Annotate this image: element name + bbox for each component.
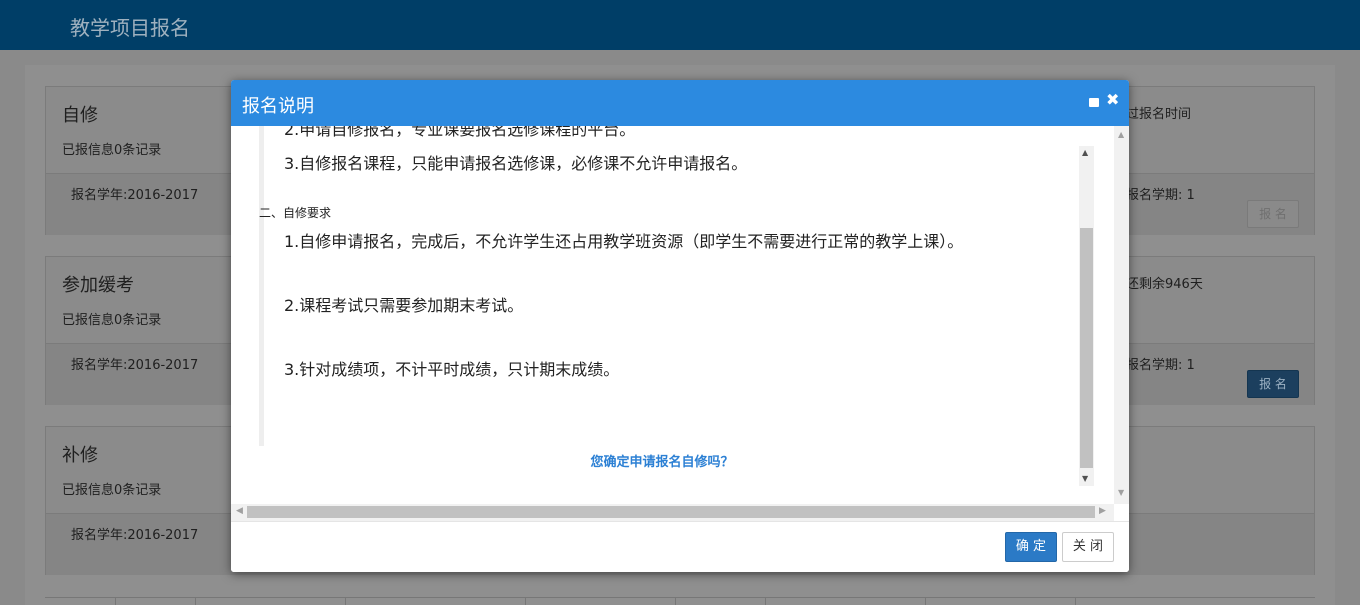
bottom-table-edge	[45, 597, 1315, 605]
dialog-body: 2.申请自修报名，专业课要报名选修课程的平台。 3.自修报名课程，只能申请报名选…	[231, 126, 1129, 521]
close-button[interactable]: 关 闭	[1062, 532, 1114, 562]
app-title: 教学项目报名	[70, 16, 190, 40]
card-year: 报名学年:2016-2017	[71, 528, 199, 543]
instruction-item: 1.自修申请报名，完成后，不允许学生还占用教学班资源（即学生不需要进行正常的教学…	[284, 232, 964, 251]
close-icon[interactable]: ✖	[1106, 90, 1119, 109]
confirm-question: 您确定申请报名自修吗？	[590, 455, 734, 470]
dialog-scroll-area[interactable]: 2.申请自修报名，专业课要报名选修课程的平台。 3.自修报名课程，只能申请报名选…	[231, 126, 1118, 504]
register-button[interactable]: 报 名	[1247, 370, 1299, 398]
card-records: 已报信息0条记录	[62, 143, 162, 158]
scrollbar-thumb[interactable]	[247, 506, 1095, 518]
scroll-up-icon[interactable]: ▲	[1082, 148, 1088, 157]
register-button[interactable]: 报 名	[1247, 200, 1299, 228]
card-year: 报名学年:2016-2017	[71, 358, 199, 373]
scroll-down-icon[interactable]: ▼	[1082, 474, 1088, 483]
inner-vertical-scrollbar[interactable]: ▲ ▼	[1079, 146, 1094, 486]
scrollbar-thumb[interactable]	[1080, 228, 1093, 468]
card-title: 自修	[62, 105, 98, 126]
scroll-up-icon[interactable]: ▲	[1118, 130, 1124, 139]
card-records: 已报信息0条记录	[62, 313, 162, 328]
maximize-icon[interactable]	[1089, 98, 1099, 107]
scroll-down-icon[interactable]: ▼	[1118, 488, 1124, 497]
registration-info-dialog: 报名说明 ✖ 2.申请自修报名，专业课要报名选修课程的平台。 3.自修报名课程，…	[231, 80, 1129, 572]
card-deadline-text: 过报名时间	[1126, 107, 1192, 122]
instructions-block: 2.申请自修报名，专业课要报名选修课程的平台。 3.自修报名课程，只能申请报名选…	[259, 126, 1096, 446]
card-year: 报名学年:2016-2017	[71, 188, 199, 203]
dialog-header: 报名说明 ✖	[231, 80, 1129, 126]
card-term: 报名学期: 1	[1126, 358, 1195, 373]
section-title: 二、自修要求	[259, 206, 332, 220]
clipped-line: 2.申请自修报名，专业课要报名选修课程的平台。	[284, 126, 636, 139]
instruction-item: 3.针对成绩项，不计平时成绩，只计期末成绩。	[284, 360, 620, 379]
scroll-right-icon[interactable]: ▶	[1099, 506, 1106, 516]
instruction-item: 2.课程考试只需要参加期末考试。	[284, 296, 524, 315]
dialog-title: 报名说明	[242, 96, 314, 117]
outer-vertical-scrollbar[interactable]: ▲ ▼	[1114, 126, 1129, 504]
top-bar: 教学项目报名	[0, 0, 1360, 50]
scroll-left-icon[interactable]: ◀	[236, 506, 243, 516]
horizontal-scrollbar[interactable]: ◀ ▶	[231, 504, 1114, 521]
confirm-button[interactable]: 确 定	[1005, 532, 1057, 562]
dialog-footer: 确 定 关 闭	[231, 521, 1129, 572]
instruction-item: 3.自修报名课程，只能申请报名选修课，必修课不允许申请报名。	[284, 154, 748, 173]
card-term: 报名学期: 1	[1126, 188, 1195, 203]
card-title: 补修	[62, 445, 98, 466]
card-remaining-text: 还剩余946天	[1126, 277, 1203, 292]
card-title: 参加缓考	[62, 275, 134, 296]
card-records: 已报信息0条记录	[62, 483, 162, 498]
